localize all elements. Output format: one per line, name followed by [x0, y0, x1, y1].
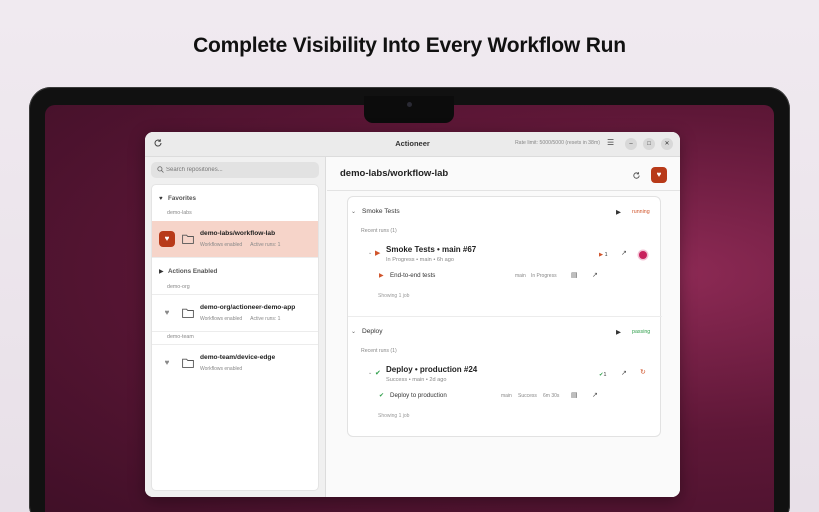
- repo-item-workflow-lab[interactable]: ♥ demo-labs/workflow-lab Workflows enabl…: [152, 221, 318, 257]
- open-external-icon[interactable]: ↗: [621, 369, 627, 377]
- triangle-right-icon: ▶: [159, 269, 164, 275]
- rate-limit-text: Rate limit: 5000/5000 (resets in 38m): [514, 140, 600, 146]
- recent-runs-label: Recent runs (1): [361, 228, 397, 234]
- showing-jobs-label: Showing 1 job: [378, 293, 410, 299]
- titlebar: Actioneer Rate limit: 5000/5000 (resets …: [145, 132, 680, 157]
- job-count-badge: ✔1: [599, 372, 607, 378]
- favorite-toggle-heart-icon[interactable]: ♥: [651, 167, 667, 183]
- job-state: In Progress: [531, 273, 557, 279]
- search-icon: [157, 166, 164, 173]
- divider: [152, 257, 318, 258]
- repo-name: demo-org/actioneer-demo-app: [200, 304, 296, 311]
- heart-icon[interactable]: ♥: [159, 355, 175, 371]
- repo-item-actioneer-demo-app[interactable]: ♥ demo-org/actioneer-demo-app Workflows …: [152, 295, 318, 331]
- hamburger-menu-icon[interactable]: ☰: [607, 138, 614, 147]
- heart-icon[interactable]: ♥: [159, 305, 175, 321]
- sidebar: ♥Favorites demo-labs ♥ demo-labs/workflo…: [145, 157, 326, 497]
- job-duration: 6m 30s: [543, 393, 560, 399]
- refresh-icon[interactable]: [632, 171, 641, 182]
- minimize-button[interactable]: –: [625, 138, 637, 150]
- group-label: demo-team: [167, 334, 194, 340]
- heart-icon[interactable]: ♥: [159, 231, 175, 247]
- divider: [348, 316, 662, 317]
- main-panel: demo-labs/workflow-lab ♥ ⌄ Smoke Tests ▶…: [327, 157, 680, 497]
- group-label: demo-org: [167, 284, 190, 290]
- job-name: Deploy to production: [390, 392, 447, 399]
- showing-jobs-label: Showing 1 job: [378, 413, 410, 419]
- heart-icon: ♥: [159, 196, 163, 202]
- success-check-icon: ✔: [375, 370, 381, 377]
- camera: [407, 102, 412, 107]
- divider: [152, 331, 318, 332]
- workflow-name: Smoke Tests: [362, 208, 400, 215]
- workflow-status: passing: [632, 329, 651, 335]
- workflow-name: Deploy: [362, 328, 383, 335]
- repo-item-device-edge[interactable]: ♥ demo-team/device-edge Workflows enable…: [152, 345, 318, 381]
- search-input[interactable]: [166, 164, 316, 176]
- document-icon[interactable]: ▤: [571, 391, 578, 399]
- chevron-down-icon: ⌄: [351, 329, 357, 335]
- workflows-card: ⌄ Smoke Tests ▶ running Recent runs (1) …: [347, 196, 662, 437]
- chevron-down-icon: ⌄: [351, 209, 357, 215]
- headline: Complete Visibility Into Every Workflow …: [193, 34, 626, 57]
- repo-name: demo-labs/workflow-lab: [200, 230, 276, 237]
- folder-icon: [182, 358, 194, 368]
- actions-enabled-header[interactable]: ▶ Actions Enabled: [159, 268, 217, 275]
- running-icon: ▶: [379, 273, 384, 279]
- job-branch: main: [515, 273, 526, 279]
- divider: [327, 190, 680, 191]
- play-icon[interactable]: ▶: [616, 328, 621, 336]
- workflow-header-deploy[interactable]: ⌄ Deploy ▶ passing: [348, 323, 662, 341]
- open-external-icon[interactable]: ↗: [592, 391, 598, 399]
- job-name: End-to-end tests: [390, 272, 436, 279]
- chevron-down-icon[interactable]: ⌄: [368, 250, 372, 256]
- recent-runs-label: Recent runs (1): [361, 348, 397, 354]
- open-external-icon[interactable]: ↗: [621, 249, 627, 257]
- repo-meta: Workflows enabled Active runs: 1: [200, 316, 281, 322]
- success-check-icon: ✔: [379, 393, 385, 399]
- run-subtitle: In Progress • main • 6h ago: [386, 257, 454, 263]
- search-box: [151, 162, 319, 178]
- repo-meta: Workflows enabled: [200, 366, 243, 372]
- folder-icon: [182, 308, 194, 318]
- rerun-icon[interactable]: ↻: [640, 368, 646, 376]
- folder-icon: [182, 234, 194, 244]
- close-button[interactable]: ✕: [661, 138, 673, 150]
- open-external-icon[interactable]: ↗: [592, 271, 598, 279]
- repo-title: demo-labs/workflow-lab: [340, 168, 449, 179]
- running-icon: ▶: [375, 250, 381, 257]
- stop-run-icon[interactable]: [639, 251, 647, 259]
- favorites-header[interactable]: ♥ Favorites: [159, 195, 196, 202]
- play-icon[interactable]: ▶: [616, 208, 621, 216]
- run-subtitle: Success • main • 2d ago: [386, 377, 447, 383]
- app-window: Actioneer Rate limit: 5000/5000 (resets …: [145, 132, 680, 497]
- camera-notch: [364, 96, 454, 123]
- repo-list: ♥ Favorites demo-labs ♥ demo-labs/workflo…: [151, 184, 319, 491]
- workflow-status: running: [632, 209, 650, 215]
- maximize-button[interactable]: □: [643, 138, 655, 150]
- job-count-badge: ▶ 1: [599, 252, 608, 258]
- repo-meta: Workflows enabled Active runs: 1: [200, 242, 281, 248]
- document-icon[interactable]: ▤: [571, 271, 578, 279]
- job-state: Success: [518, 393, 537, 399]
- job-branch: main: [501, 393, 512, 399]
- run-title: Smoke Tests • main #67: [386, 245, 477, 254]
- run-title: Deploy • production #24: [386, 365, 478, 374]
- repo-name: demo-team/device-edge: [200, 354, 276, 361]
- workflow-header-smoke-tests[interactable]: ⌄ Smoke Tests ▶ running: [348, 203, 662, 221]
- group-label: demo-labs: [167, 210, 192, 216]
- chevron-down-icon[interactable]: ⌄: [368, 370, 372, 376]
